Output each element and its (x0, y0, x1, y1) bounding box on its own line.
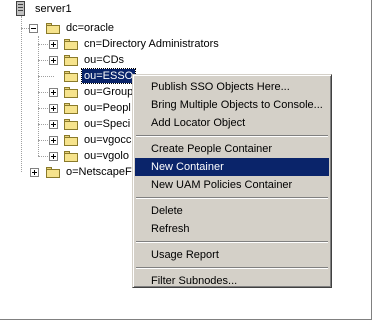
expand-expander[interactable] (49, 40, 58, 49)
tree-node-child[interactable]: ou=vgocc (63, 132, 133, 148)
folder-icon (63, 101, 79, 115)
expand-expander[interactable] (49, 136, 58, 145)
menu-item-filter-subnodes[interactable]: Filter Subnodes... (135, 272, 329, 290)
tree-node-label: dc=oracle (66, 22, 115, 34)
tree-node-label: ou=CDs (84, 54, 125, 66)
expand-expander[interactable] (30, 168, 39, 177)
tree-node-label: ou=vgocc (84, 134, 132, 146)
expand-expander[interactable] (49, 120, 58, 129)
menu-item-new-uam-policies-container[interactable]: New UAM Policies Container (135, 176, 329, 194)
expand-expander[interactable] (49, 56, 58, 65)
tree-node-root[interactable]: server1 (13, 1, 74, 17)
tree-node-label: ou=Group (84, 86, 134, 98)
context-menu: Publish SSO Objects Here... Bring Multipl… (132, 74, 332, 288)
tree-node-child[interactable]: ou=Speci (63, 116, 132, 132)
tree-line (38, 36, 39, 156)
tree-node-child[interactable]: ou=ESSO (63, 68, 137, 84)
folder-icon (63, 85, 79, 99)
folder-icon (63, 69, 79, 83)
tree-node-label: ou=Peopl (84, 102, 131, 114)
tree-node-label: ou=vgolo (84, 150, 129, 162)
folder-open-icon (45, 21, 61, 35)
tree-line (38, 76, 54, 77)
tree-node-child[interactable]: ou=Peopl (63, 100, 133, 116)
menu-separator (135, 132, 329, 140)
tree-node-label: cn=Directory Administrators (84, 38, 219, 50)
folder-icon (63, 149, 79, 163)
menu-item-refresh[interactable]: Refresh (135, 220, 329, 238)
menu-item-create-people-container[interactable]: Create People Container (135, 140, 329, 158)
server-icon (13, 1, 29, 17)
folder-icon (63, 117, 79, 131)
menu-separator (135, 264, 329, 272)
tree-node-label: ou=ESSO (80, 68, 137, 84)
tree-node-child[interactable]: ou=CDs (63, 52, 126, 68)
tree-node-label: ou=Speci (84, 118, 131, 130)
menu-item-new-container[interactable]: New Container (135, 158, 329, 176)
menu-item-usage-report[interactable]: Usage Report (135, 246, 329, 264)
menu-item-bring-multiple-objects-to-console[interactable]: Bring Multiple Objects to Console... (135, 96, 329, 114)
folder-icon (63, 37, 79, 51)
collapse-expander[interactable] (29, 24, 38, 33)
tree-panel: server1 dc=oracle cn=Directory Administr… (0, 0, 372, 320)
menu-separator (135, 238, 329, 246)
tree-node-child[interactable]: ou=vgolo (63, 148, 131, 164)
folder-icon (45, 165, 61, 179)
expand-expander[interactable] (49, 104, 58, 113)
folder-icon (63, 133, 79, 147)
tree-node-label: server1 (35, 3, 72, 15)
tree-node-netscape[interactable]: o=NetscapeF (45, 164, 134, 180)
menu-separator (135, 194, 329, 202)
tree-line (21, 28, 22, 172)
menu-item-delete[interactable]: Delete (135, 202, 329, 220)
tree-node-dc[interactable]: dc=oracle (45, 20, 116, 36)
tree-node-child[interactable]: cn=Directory Administrators (63, 36, 221, 52)
expand-expander[interactable] (49, 152, 58, 161)
menu-item-add-locator-object[interactable]: Add Locator Object (135, 114, 329, 132)
tree-node-label: o=NetscapeF (66, 166, 132, 178)
menu-item-publish-sso-objects-here[interactable]: Publish SSO Objects Here... (135, 78, 329, 96)
tree-node-child[interactable]: ou=Group (63, 84, 135, 100)
folder-icon (63, 53, 79, 67)
expand-expander[interactable] (49, 88, 58, 97)
